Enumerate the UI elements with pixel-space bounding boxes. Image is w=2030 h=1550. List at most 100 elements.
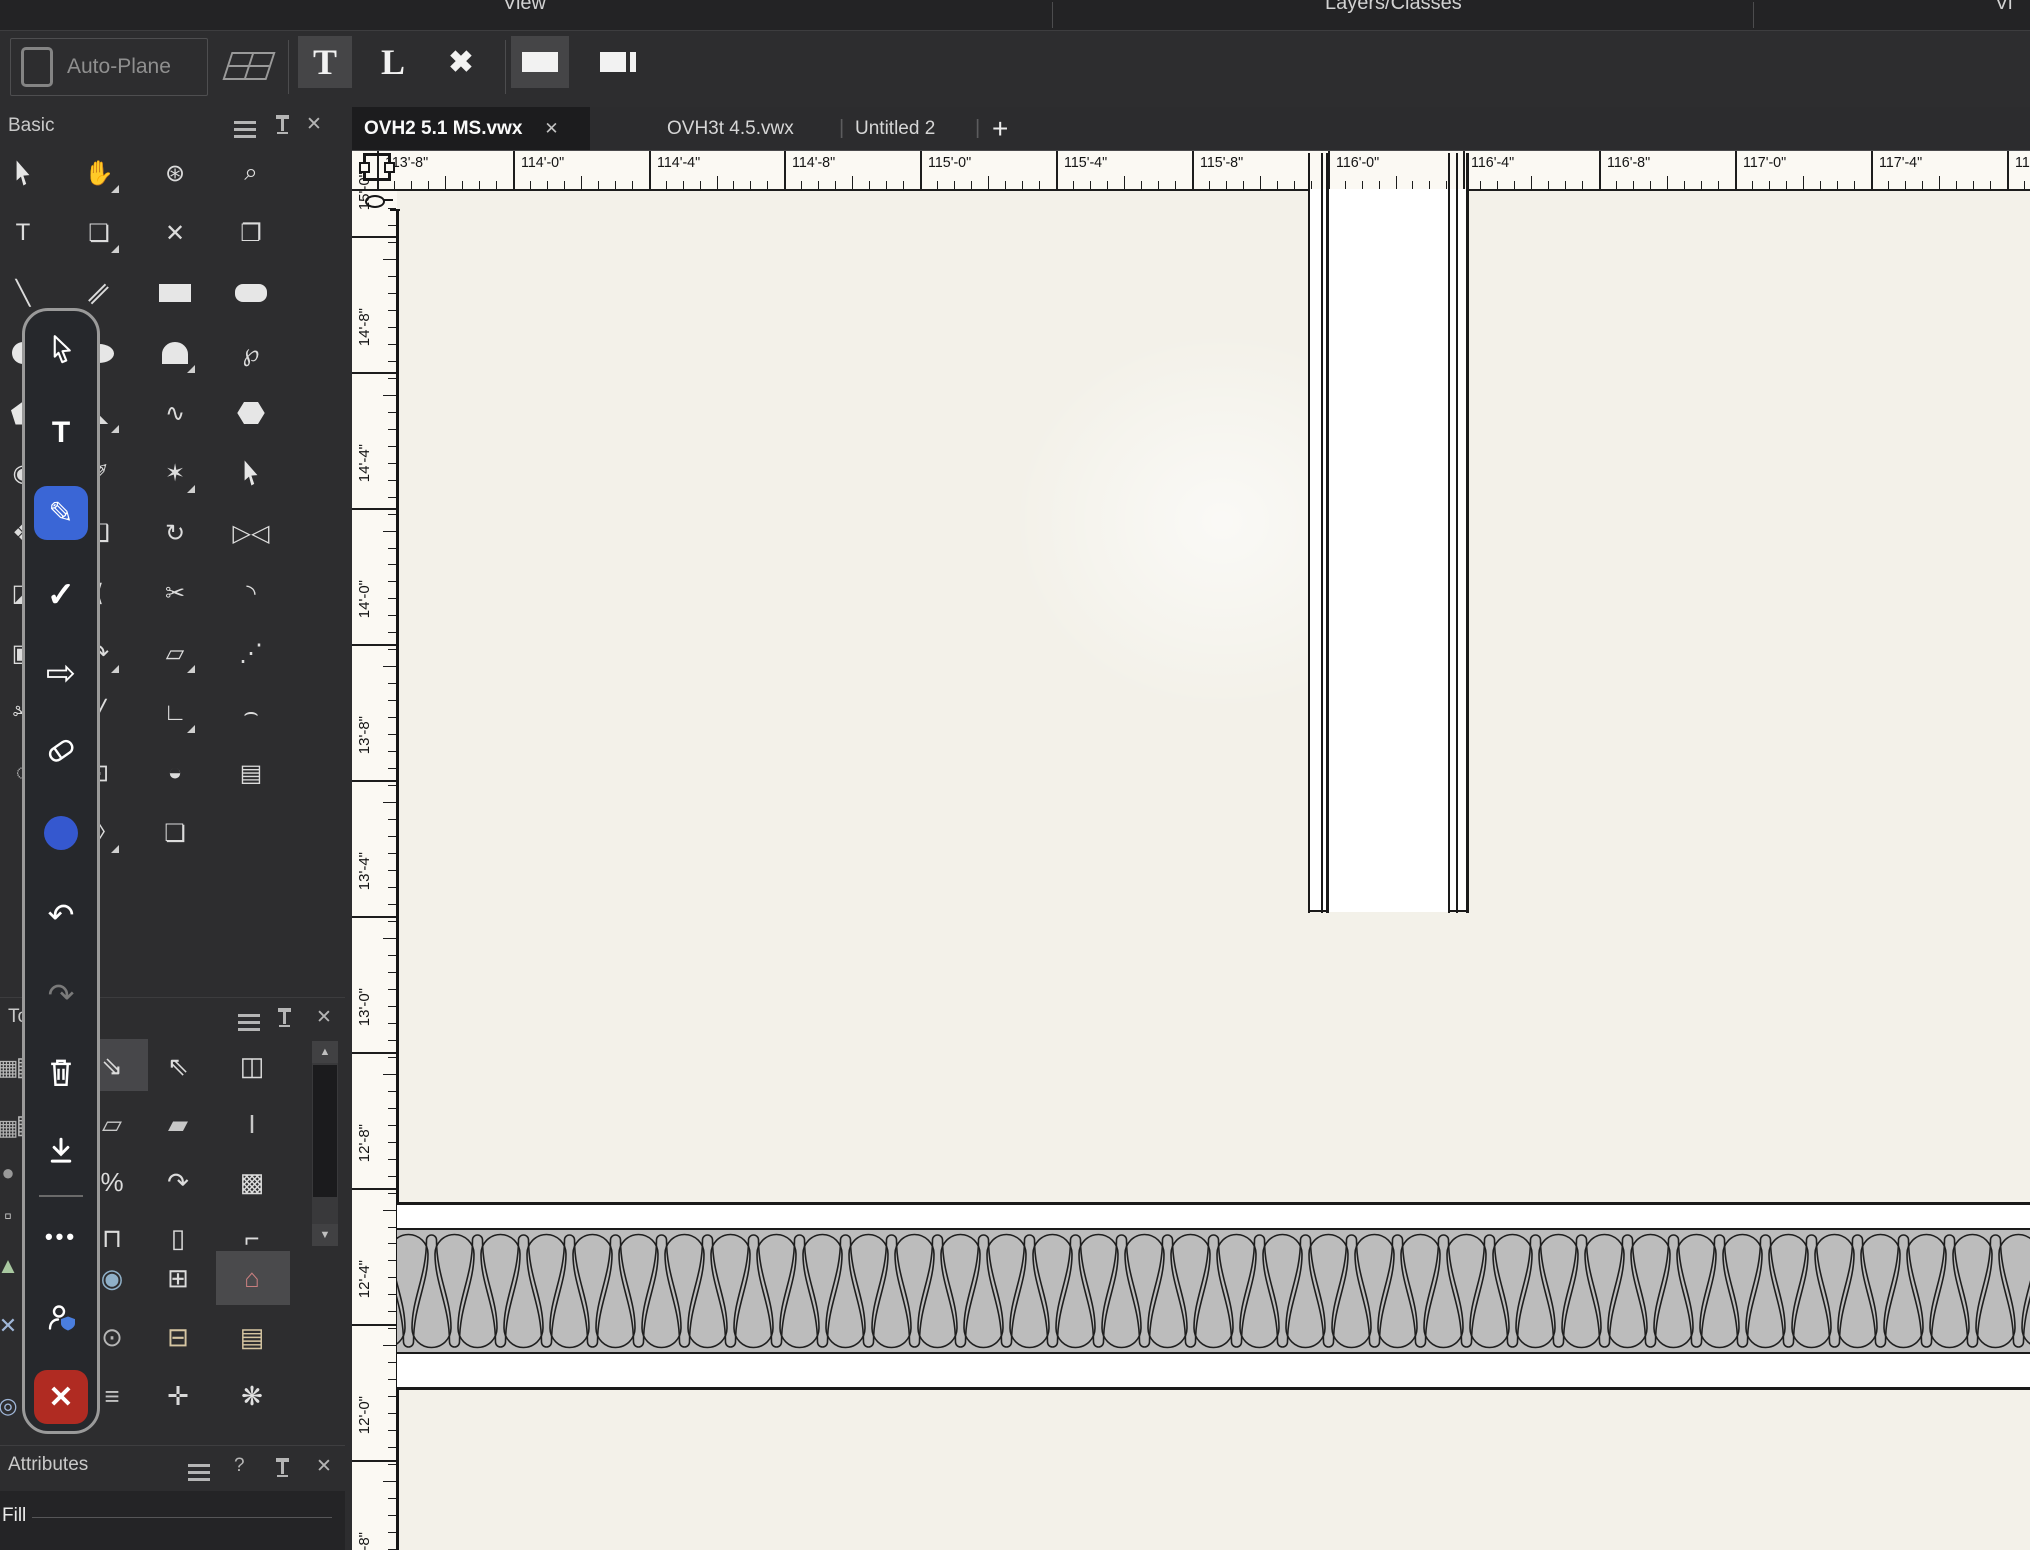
- autoplane-checkbox[interactable]: [21, 47, 53, 87]
- ruler-tick: [1531, 176, 1533, 189]
- tool-furnishing-set[interactable]: ⊟: [156, 1315, 200, 1359]
- ruler-origin-marker[interactable]: [359, 153, 395, 181]
- ruler-tick: [1565, 181, 1567, 189]
- tool-batten-tool[interactable]: ▩: [230, 1160, 274, 1204]
- help-icon[interactable]: ?: [234, 1455, 245, 1477]
- tool-wand-tool[interactable]: ✶: [153, 451, 197, 495]
- tool-hinge-set[interactable]: ⊞: [156, 1256, 200, 1300]
- toolbar-separator: [288, 40, 289, 94]
- tool-double-polygon-tool[interactable]: ∿: [153, 391, 197, 435]
- annotation-pointer-tool[interactable]: [46, 334, 76, 373]
- tool-corner-angle-tool[interactable]: ∟: [153, 691, 197, 735]
- tool-pan-tool[interactable]: ✋: [77, 151, 121, 195]
- menu-layers-classes[interactable]: Layers/Classes: [1325, 0, 1462, 15]
- menu-icon[interactable]: [188, 1464, 210, 1467]
- ruler-tick: [1972, 181, 1974, 189]
- tool-connect-combine-tool[interactable]: ⋰: [229, 631, 273, 675]
- drawing-canvas[interactable]: 113'-8" 114'-0" 114'-4" 114'-8" 115'-0" 115'-…: [352, 150, 2030, 1550]
- annotation-trash-button[interactable]: [46, 1057, 76, 1094]
- tool-stack-layers-tool[interactable]: ❐: [229, 211, 273, 255]
- split-pane-button[interactable]: [589, 36, 647, 88]
- tool-column-beam-tool[interactable]: Ι: [230, 1102, 274, 1146]
- single-pane-icon: [522, 52, 558, 72]
- menu-view[interactable]: View: [503, 0, 546, 15]
- tool-flyover-tool[interactable]: ⊛: [153, 151, 197, 195]
- toolsets-scrollbar[interactable]: ▲ ▼: [312, 1041, 338, 1246]
- tool-text-tool[interactable]: T: [1, 211, 45, 255]
- tool-dims-ruler-set[interactable]: ▤: [230, 1315, 274, 1359]
- single-pane-button[interactable]: [511, 36, 569, 88]
- scroll-up-icon[interactable]: ▲: [312, 1041, 338, 1063]
- tool-freehand-tool[interactable]: ℘: [229, 331, 273, 375]
- working-plane-icon[interactable]: [222, 52, 276, 80]
- tool-protractor-tool[interactable]: ◒: [153, 751, 197, 795]
- tool-roof-outline-tool[interactable]: ⌐: [230, 1216, 274, 1260]
- annotation-text-tool[interactable]: T: [52, 416, 70, 450]
- ruler-tick: [388, 853, 396, 855]
- annotation-eraser-tool[interactable]: [45, 735, 77, 772]
- tool-curved-ramp-tool[interactable]: ↷: [156, 1160, 200, 1204]
- autoplane-group[interactable]: Auto-Plane: [10, 38, 208, 96]
- tool-chip-tool[interactable]: ▤: [229, 751, 273, 795]
- ruler-tick: [388, 836, 396, 838]
- tool-eraser-3d-tool[interactable]: ▱: [153, 631, 197, 675]
- annotation-check-tool[interactable]: ✓: [47, 575, 76, 615]
- annotation-more-options[interactable]: •••: [45, 1224, 77, 1250]
- tool-fastener-set[interactable]: ✛: [156, 1374, 200, 1418]
- tool-line-tool[interactable]: ╲: [1, 271, 45, 315]
- tab-close-icon[interactable]: ✕: [544, 119, 558, 139]
- tool-detailing-set[interactable]: ❋: [230, 1374, 274, 1418]
- tool-rotate-tool[interactable]: ↻: [153, 511, 197, 555]
- tool-double-arc-tool[interactable]: ⌢: [229, 691, 273, 735]
- tab-ovh3t[interactable]: OVH3t 4.5.vwx: [667, 107, 794, 150]
- tool-door-tool[interactable]: ◫: [230, 1044, 274, 1088]
- annotation-close-button[interactable]: ✕: [34, 1370, 88, 1424]
- tool-split-tool[interactable]: ✂: [153, 571, 197, 615]
- tool-curtain-wall-tool[interactable]: ⇖: [156, 1044, 200, 1088]
- annotation-redo-button[interactable]: ↷: [48, 976, 75, 1014]
- ruler-tick: [1887, 181, 1889, 189]
- tool-select-similar-tool[interactable]: [229, 451, 273, 495]
- callout-leader-tool-icon: ❏: [164, 819, 186, 847]
- pin-icon[interactable]: [276, 1458, 289, 1477]
- autoplane-label: Auto-Plane: [67, 55, 171, 78]
- annotation-color-dot[interactable]: [44, 816, 78, 850]
- tool-building-shell-set[interactable]: ⌂: [230, 1256, 274, 1300]
- tool-floor-tool[interactable]: ▰: [156, 1102, 200, 1146]
- close-icon[interactable]: ✕: [316, 1455, 332, 1478]
- annotation-download-button[interactable]: [46, 1136, 76, 1171]
- new-tab-button[interactable]: +: [992, 107, 1008, 150]
- tool-zoom-tool[interactable]: ⌕: [229, 151, 273, 195]
- annotation-pencil-tool[interactable]: ✎: [34, 486, 88, 540]
- tab-ovh2[interactable]: OVH2 5.1 MS.vwx ✕: [352, 107, 590, 150]
- tool-arc-tool[interactable]: [153, 331, 197, 375]
- ruler-tick: [937, 181, 939, 189]
- tool-fillet-tool[interactable]: ◝: [229, 571, 273, 615]
- tool-callout-leader-tool[interactable]: ❏: [153, 811, 197, 855]
- top-view-button[interactable]: T: [298, 36, 352, 88]
- x-view-button[interactable]: ✖: [434, 36, 488, 88]
- pencil-tool-icon: ✎: [48, 496, 74, 530]
- tool-regular-polygon-tool[interactable]: [229, 391, 273, 435]
- tool-double-line-tool[interactable]: ∥: [77, 271, 121, 315]
- tool-pilaster-tool[interactable]: ▯: [156, 1216, 200, 1260]
- menu-right-partial[interactable]: Vi: [1995, 0, 2012, 15]
- corner-view-button[interactable]: L: [366, 36, 420, 88]
- tool-rounded-rectangle-tool[interactable]: [229, 271, 273, 315]
- annotation-privacy-user[interactable]: [44, 1303, 78, 1338]
- tool-callout-tool[interactable]: ❏: [77, 211, 121, 255]
- tool-delete-tool[interactable]: ✕: [153, 211, 197, 255]
- tool-mirror-tool[interactable]: ▷◁: [229, 511, 273, 555]
- ruler-label: 14'-0": [356, 580, 373, 619]
- tool-selection-tool[interactable]: [1, 151, 45, 195]
- scroll-down-icon[interactable]: ▼: [312, 1224, 338, 1246]
- tab-untitled2[interactable]: Untitled 2: [855, 107, 935, 150]
- ruler-tick: [444, 176, 446, 189]
- tool-rectangle-tool[interactable]: [153, 271, 197, 315]
- scrollbar-thumb[interactable]: [313, 1065, 337, 1197]
- annotation-arrow-tool[interactable]: ⇨: [46, 652, 76, 694]
- ruler-tick: [1497, 181, 1499, 189]
- ruler-tick: [388, 428, 396, 430]
- annotation-undo-button[interactable]: ↶: [48, 896, 75, 934]
- ruler-major-line: [1191, 151, 1194, 189]
